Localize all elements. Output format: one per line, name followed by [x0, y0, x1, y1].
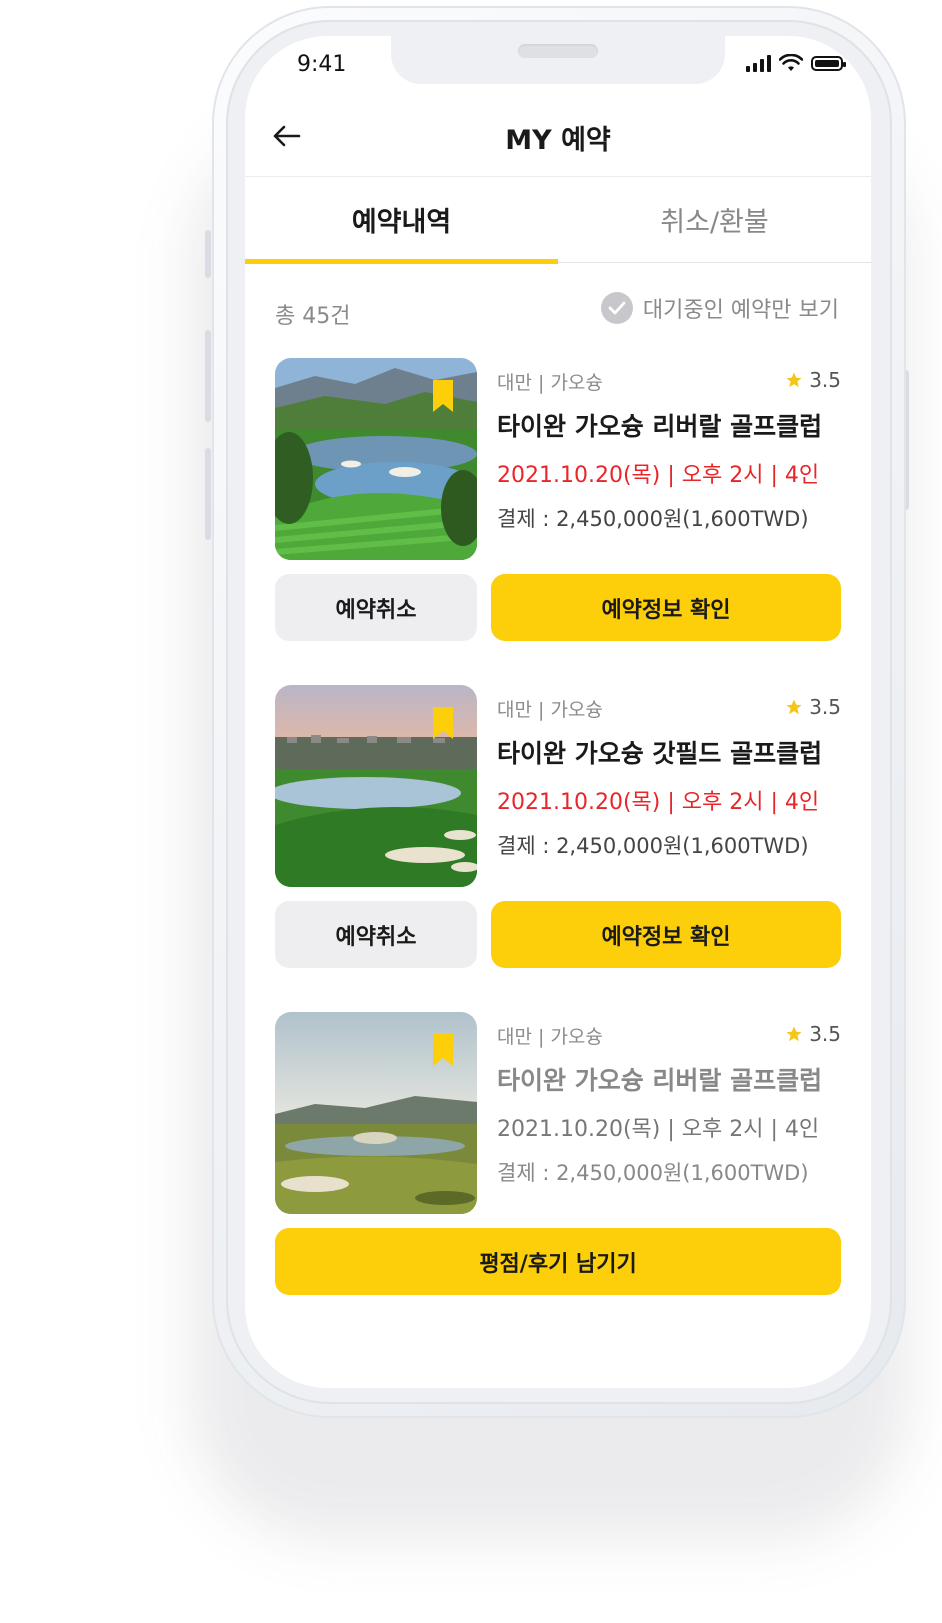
status-icons [746, 54, 846, 72]
bookmark-icon[interactable] [433, 1034, 453, 1066]
golf-course-photo [275, 358, 477, 560]
bookmark-icon[interactable] [433, 380, 453, 412]
view-reservation-button[interactable]: 예약정보 확인 [491, 901, 841, 968]
page-title: MY 예약 [505, 125, 611, 156]
payment-amount: 결제 : 2,450,000원(1,600TWD) [497, 1161, 809, 1185]
phone-volume-down [205, 448, 211, 540]
course-name: 타이완 가오슝 리버랄 골프클럽 [497, 1066, 823, 1095]
golf-course-photo [275, 685, 477, 887]
reservation-date: 2021.10.20(목) | 오후 2시 | 4인 [497, 790, 820, 815]
write-review-button[interactable]: 평점/후기 남기기 [275, 1228, 841, 1295]
app-header: MY 예약 [245, 96, 871, 177]
view-reservation-button[interactable]: 예약정보 확인 [491, 574, 841, 641]
signal-icon [746, 54, 771, 72]
reservation-date: 2021.10.20(목) | 오후 2시 | 4인 [497, 463, 820, 488]
bookmark-icon[interactable] [433, 707, 453, 739]
reservation-card: 대만 | 가오슝 3.5 타이완 가오슝 갓필드 골프클럽 2021.10.20… [275, 685, 841, 968]
course-name: 타이완 가오슝 갓필드 골프클럽 [497, 739, 823, 768]
app-screen: 9:41 MY 예약 예약내역 취소/환불 총 45건 대기중인 예약만 보기 [245, 36, 871, 1388]
cancel-reservation-button[interactable]: 예약취소 [275, 574, 477, 641]
payment-amount: 결제 : 2,450,000원(1,600TWD) [497, 834, 809, 858]
notch [391, 36, 725, 84]
rating-value: 3.5 [809, 695, 841, 719]
status-time: 9:41 [297, 52, 347, 77]
reservation-date: 2021.10.20(목) | 오후 2시 | 4인 [497, 1117, 820, 1142]
pending-filter-toggle[interactable]: 대기중인 예약만 보기 [600, 292, 839, 324]
rating: 3.5 [785, 368, 841, 392]
reservation-info: 대만 | 가오슝 3.5 타이완 가오슝 리버랄 골프클럽 2021.10.20… [497, 1022, 841, 1187]
check-circle-icon[interactable] [600, 292, 633, 324]
cancel-reservation-button[interactable]: 예약취소 [275, 901, 477, 968]
reservation-info: 대만 | 가오슝 3.5 타이완 가오슝 갓필드 골프클럽 2021.10.20… [497, 695, 841, 860]
tab-cancel-refund[interactable]: 취소/환불 [558, 176, 871, 262]
speaker-grille [518, 44, 598, 58]
reservation-card: 대만 | 가오슝 3.5 타이완 가오슝 리버랄 골프클럽 2021.10.20… [275, 358, 841, 641]
payment-amount: 결제 : 2,450,000원(1,600TWD) [497, 507, 809, 531]
star-icon [786, 372, 802, 388]
reservation-count: 총 45건 [275, 304, 351, 329]
rating-value: 3.5 [809, 1022, 841, 1046]
tab-bar: 예약내역 취소/환불 [245, 176, 871, 264]
golf-course-photo [275, 1012, 477, 1214]
battery-icon [811, 55, 846, 71]
rating: 3.5 [785, 695, 841, 719]
pending-filter-label: 대기중인 예약만 보기 [642, 298, 839, 323]
wifi-icon [779, 54, 803, 71]
rating-value: 3.5 [809, 368, 841, 392]
tab-reservations[interactable]: 예약내역 [245, 176, 558, 264]
course-name: 타이완 가오슝 리버랄 골프클럽 [497, 412, 823, 441]
phone-volume-up [205, 330, 211, 422]
reservation-card: 대만 | 가오슝 3.5 타이완 가오슝 리버랄 골프클럽 2021.10.20… [275, 1012, 841, 1295]
rating: 3.5 [785, 1022, 841, 1046]
reservation-info: 대만 | 가오슝 3.5 타이완 가오슝 리버랄 골프클럽 2021.10.20… [497, 368, 841, 533]
phone-mute-switch [205, 230, 211, 278]
star-icon [786, 1026, 802, 1042]
star-icon [786, 699, 802, 715]
